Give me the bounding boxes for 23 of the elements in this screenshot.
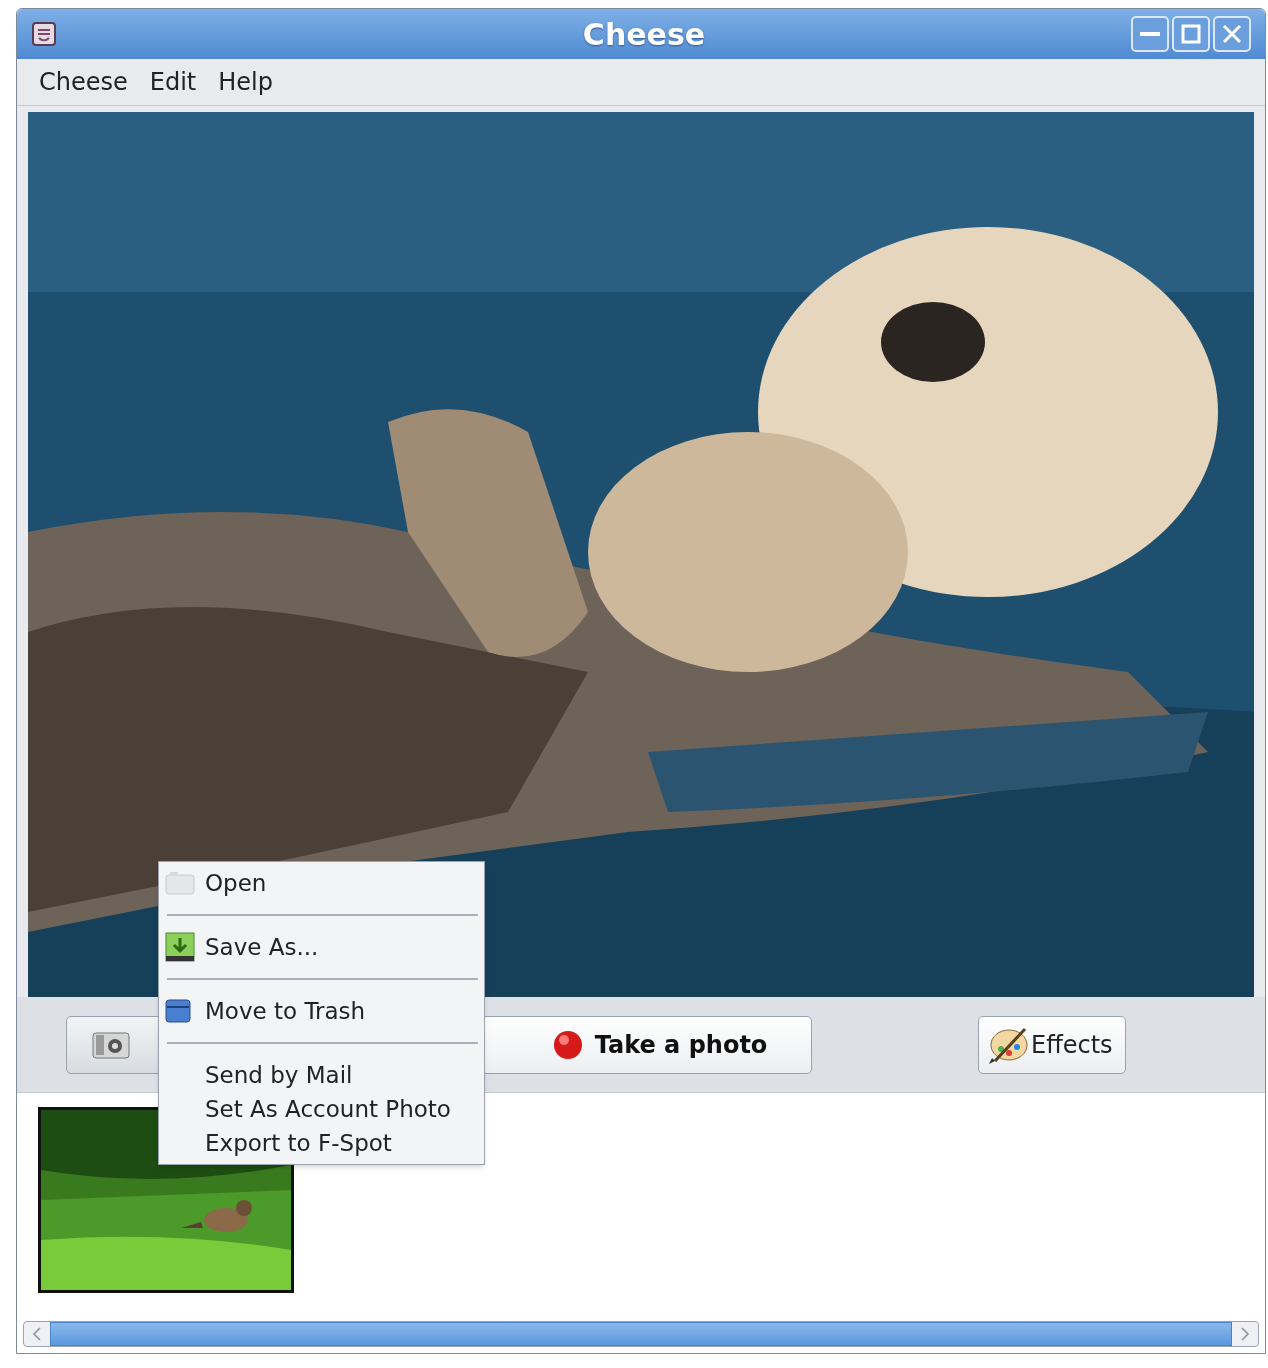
menu-item[interactable]: Send by Mail bbox=[165, 1058, 478, 1092]
menu-item[interactable]: Save As... bbox=[165, 930, 478, 964]
effects-button[interactable]: Effects bbox=[978, 1015, 1126, 1074]
menu-item[interactable]: Cheese bbox=[31, 60, 136, 104]
close-button[interactable] bbox=[1213, 16, 1251, 52]
save-icon bbox=[165, 932, 195, 962]
close-icon bbox=[1222, 24, 1242, 44]
record-icon bbox=[552, 1029, 583, 1060]
app-icon bbox=[31, 21, 57, 47]
camera-icon bbox=[91, 1029, 131, 1060]
minimize-icon bbox=[1140, 31, 1160, 37]
menu-item[interactable]: Move to Trash bbox=[165, 994, 478, 1028]
folder-icon bbox=[165, 871, 195, 895]
menu-item[interactable]: Edit bbox=[141, 60, 205, 104]
menu-item[interactable]: Export to F-Spot bbox=[165, 1126, 478, 1160]
maximize-button[interactable] bbox=[1172, 16, 1210, 52]
window-title: Cheese bbox=[582, 15, 706, 54]
minimize-button[interactable] bbox=[1131, 16, 1169, 52]
menu-item[interactable]: Help bbox=[210, 60, 281, 104]
trash-icon bbox=[165, 999, 191, 1023]
menu-item[interactable]: Set As Account Photo bbox=[165, 1092, 478, 1126]
maximize-icon bbox=[1181, 24, 1201, 44]
menu-item[interactable]: Open bbox=[165, 866, 478, 900]
